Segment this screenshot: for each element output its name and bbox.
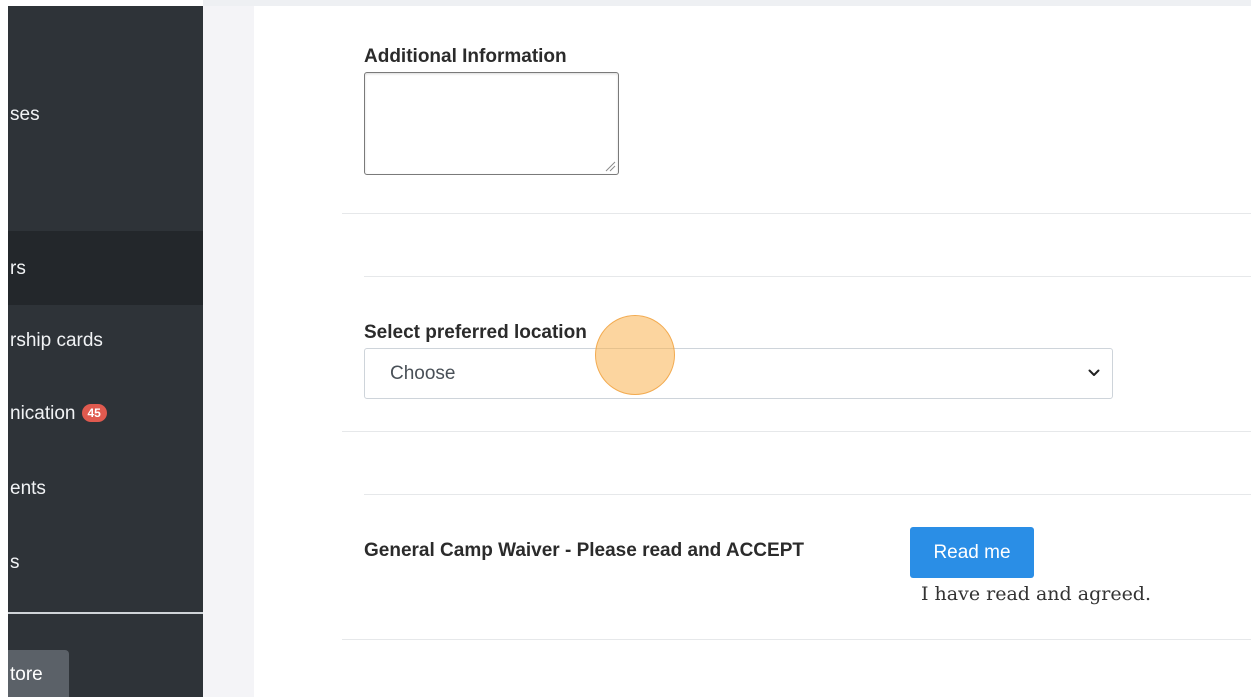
sidebar-item-label: ses — [10, 104, 40, 125]
divider — [364, 494, 1251, 495]
divider — [342, 431, 1251, 432]
sidebar-divider — [8, 612, 203, 614]
notification-badge: 45 — [81, 404, 107, 422]
location-select[interactable]: Choose — [364, 348, 1113, 399]
sidebar-item-label: s — [10, 552, 20, 573]
content-gutter — [203, 0, 254, 697]
read-me-button[interactable]: Read me — [910, 527, 1034, 578]
additional-info-textarea[interactable] — [364, 72, 619, 175]
left-edge — [0, 0, 8, 697]
sidebar-item-label: rship cards — [10, 330, 103, 351]
resize-grip-icon[interactable] — [604, 160, 616, 172]
chevron-down-icon — [1088, 369, 1100, 376]
agreed-text: I have read and agreed. — [921, 583, 1152, 605]
sidebar-item-communication[interactable]: nication 45 — [8, 403, 203, 435]
sidebar-item-courses[interactable]: ses — [8, 104, 203, 136]
sidebar-item-members[interactable]: rs — [8, 231, 203, 305]
waiver-label: General Camp Waiver - Please read and AC… — [364, 540, 804, 561]
sidebar-item-label: nication — [10, 403, 76, 424]
sidebar-item-settings[interactable]: s — [8, 552, 203, 584]
store-button[interactable]: tore — [8, 650, 69, 697]
sidebar-item-payments[interactable]: ents — [8, 478, 203, 510]
sidebar-item-label: rs — [10, 258, 26, 279]
divider — [342, 213, 1251, 214]
sidebar: ses rs rship cards nication 45 ents s tor… — [8, 6, 203, 697]
location-select-value: Choose — [390, 363, 456, 384]
divider — [364, 276, 1251, 277]
sidebar-item-label: ents — [10, 478, 46, 499]
divider — [342, 639, 1251, 640]
additional-info-label: Additional Information — [364, 46, 567, 67]
location-label: Select preferred location — [364, 322, 587, 343]
sidebar-item-membership-cards[interactable]: rship cards — [8, 330, 203, 362]
